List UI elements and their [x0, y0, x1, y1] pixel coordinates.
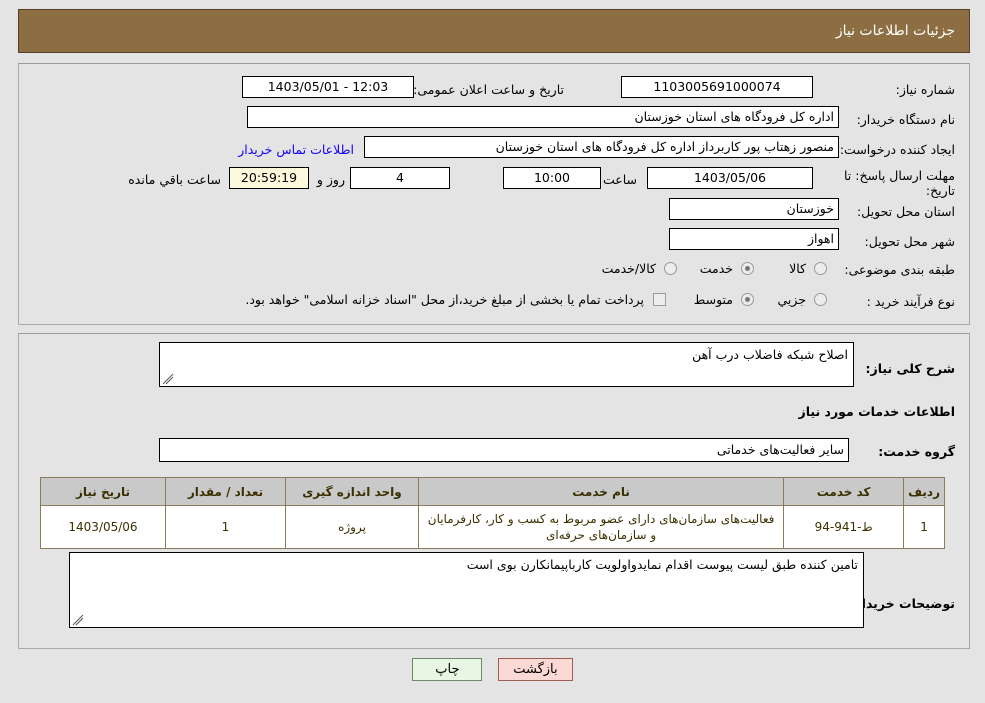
radio-process-motavaset-label: متوسط — [693, 292, 733, 307]
buyer-contact-link[interactable]: اطلاعات تماس خریدار — [238, 142, 354, 157]
deadline-label: مهلت ارسال پاسخ: تا تاریخ: — [844, 168, 955, 198]
summary-label: شرح کلی نیاز: — [865, 361, 955, 376]
remaining-label: ساعت باقي مانده — [128, 172, 221, 187]
radio-category-kala[interactable] — [814, 262, 827, 275]
radio-process-motavaset[interactable] — [741, 293, 754, 306]
table-row: 1 ط-941-94 فعالیت‌های سازمان‌های دارای ع… — [40, 505, 945, 549]
hour-value: 10:00 — [503, 167, 601, 189]
cell-row: 1 — [903, 505, 945, 549]
creator-label: ایجاد کننده درخواست: — [839, 142, 955, 157]
cell-unit: پروژه — [285, 505, 419, 549]
need-number-value: 1103005691000074 — [621, 76, 813, 98]
need-info-panel: شماره نیاز: 1103005691000074 تاریخ و ساع… — [18, 63, 970, 325]
countdown-value: 20:59:19 — [229, 167, 309, 189]
need-number-label: شماره نیاز: — [895, 82, 955, 97]
deadline-date: 1403/05/06 — [647, 167, 813, 189]
summary-textarea[interactable]: اصلاح شبکه فاضلاب درب آهن — [159, 342, 854, 387]
islamic-treasury-text: پرداخت تمام یا بخشی از مبلغ خرید،از محل … — [245, 292, 644, 307]
days-unit-label: روز و — [316, 172, 345, 187]
radio-process-jozyi-label: جزیي — [777, 292, 806, 307]
province-label: استان محل تحویل: — [856, 204, 955, 219]
resize-grip-icon — [72, 614, 84, 626]
radio-category-kala-label: کالا — [789, 261, 806, 276]
print-button[interactable]: چاپ — [412, 658, 483, 681]
cell-date: 1403/05/06 — [40, 505, 166, 549]
creator-value: منصور زهتاب پور کاربرداز اداره کل فرودگا… — [364, 136, 839, 158]
buyer-notes-textarea[interactable]: تامین کننده طبق لیست پیوست اقدام نمایدوا… — [69, 552, 864, 628]
service-group-value: سایر فعالیت‌های خدماتی — [159, 438, 849, 462]
city-value: اهواز — [669, 228, 839, 250]
summary-value: اصلاح شبکه فاضلاب درب آهن — [692, 347, 848, 362]
checkbox-islamic-treasury[interactable] — [653, 293, 666, 306]
buyer-org-value: اداره کل فرودگاه های استان خوزستان — [247, 106, 839, 128]
col-header-date: تاریخ نیاز — [40, 477, 166, 506]
col-header-unit: واحد اندازه گیری — [285, 477, 419, 506]
radio-process-jozyi[interactable] — [814, 293, 827, 306]
radio-category-kala-khadamat-label: کالا/خدمت — [601, 261, 656, 276]
radio-category-khadamat-label: خدمت — [699, 261, 733, 276]
days-value: 4 — [350, 167, 450, 189]
col-header-row: ردیف — [903, 477, 945, 506]
province-value: خوزستان — [669, 198, 839, 220]
radio-category-kala-khadamat[interactable] — [664, 262, 677, 275]
service-group-label: گروه خدمت: — [878, 444, 955, 459]
page-header-bar: جزئیات اطلاعات نیاز — [18, 9, 970, 53]
col-header-qty: تعداد / مقدار — [165, 477, 286, 506]
buyer-notes-label: توضیحات خریدار: — [849, 596, 955, 611]
process-label: نوع فرآیند خرید : — [866, 294, 955, 309]
resize-grip-icon — [162, 373, 174, 385]
table-header-row: ردیف کد خدمت نام خدمت واحد اندازه گیری ت… — [40, 477, 945, 506]
page-title: جزئیات اطلاعات نیاز — [835, 23, 955, 39]
cell-code: ط-941-94 — [783, 505, 905, 549]
cell-qty: 1 — [165, 505, 286, 549]
service-items-table: ردیف کد خدمت نام خدمت واحد اندازه گیری ت… — [40, 477, 945, 549]
announce-label: تاریخ و ساعت اعلان عمومی: — [413, 82, 564, 97]
buyer-notes-value: تامین کننده طبق لیست پیوست اقدام نمایدوا… — [466, 557, 858, 572]
col-header-code: کد خدمت — [783, 477, 905, 506]
buyer-org-label: نام دستگاه خریدار: — [856, 112, 955, 127]
city-label: شهر محل تحویل: — [864, 234, 955, 249]
col-header-name: نام خدمت — [417, 477, 785, 506]
category-label: طبقه بندی موضوعی: — [844, 262, 955, 277]
services-heading: اطلاعات خدمات مورد نیاز — [798, 404, 956, 419]
radio-category-khadamat[interactable] — [741, 262, 754, 275]
back-button[interactable]: بازگشت — [498, 658, 573, 681]
announce-value: 12:03 - 1403/05/01 — [242, 76, 414, 98]
hour-label: ساعت — [602, 172, 637, 187]
cell-name: فعالیت‌های سازمان‌های دارای عضو مربوط به… — [417, 505, 785, 549]
action-button-row: بازگشت چاپ — [0, 658, 985, 681]
